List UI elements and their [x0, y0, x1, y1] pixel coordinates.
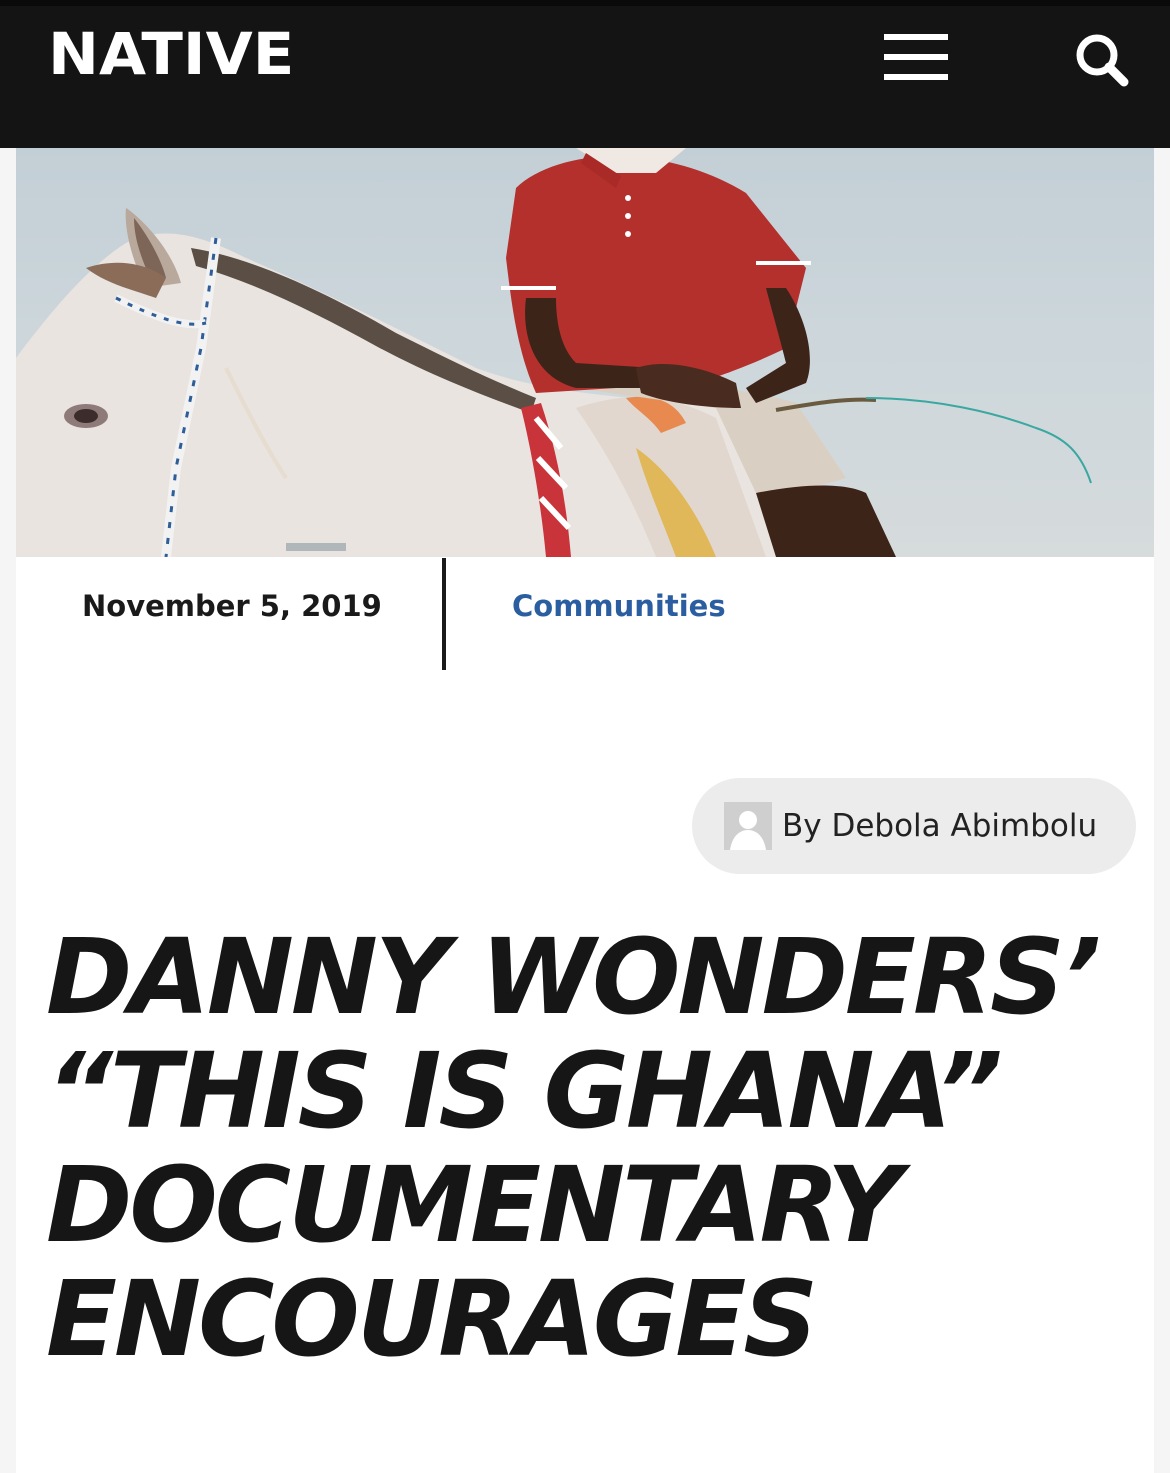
menu-bar — [884, 74, 948, 80]
site-header: NATIVE — [0, 0, 1170, 148]
author-byline[interactable]: By Debola Abimbolu — [692, 778, 1136, 874]
avatar-placeholder-icon — [724, 802, 772, 850]
publish-date: November 5, 2019 — [82, 589, 382, 623]
menu-bar — [884, 34, 948, 40]
hero-image — [16, 148, 1154, 557]
search-icon — [1076, 34, 1129, 87]
horse-rider-photo — [16, 148, 1092, 557]
article-page: November 5, 2019 Communities By Debola A… — [16, 148, 1154, 1473]
category-link[interactable]: Communities — [512, 588, 726, 624]
meta-divider — [442, 558, 446, 670]
search-button[interactable] — [1070, 28, 1134, 92]
menu-button[interactable] — [880, 32, 952, 84]
menu-bar — [884, 54, 948, 60]
author-name: By Debola Abimbolu — [782, 808, 1098, 844]
site-logo[interactable]: NATIVE — [48, 24, 294, 84]
article-headline: DANNY WONDERS’ “THIS IS GHANA” DOCUMENTA… — [46, 916, 1101, 1380]
